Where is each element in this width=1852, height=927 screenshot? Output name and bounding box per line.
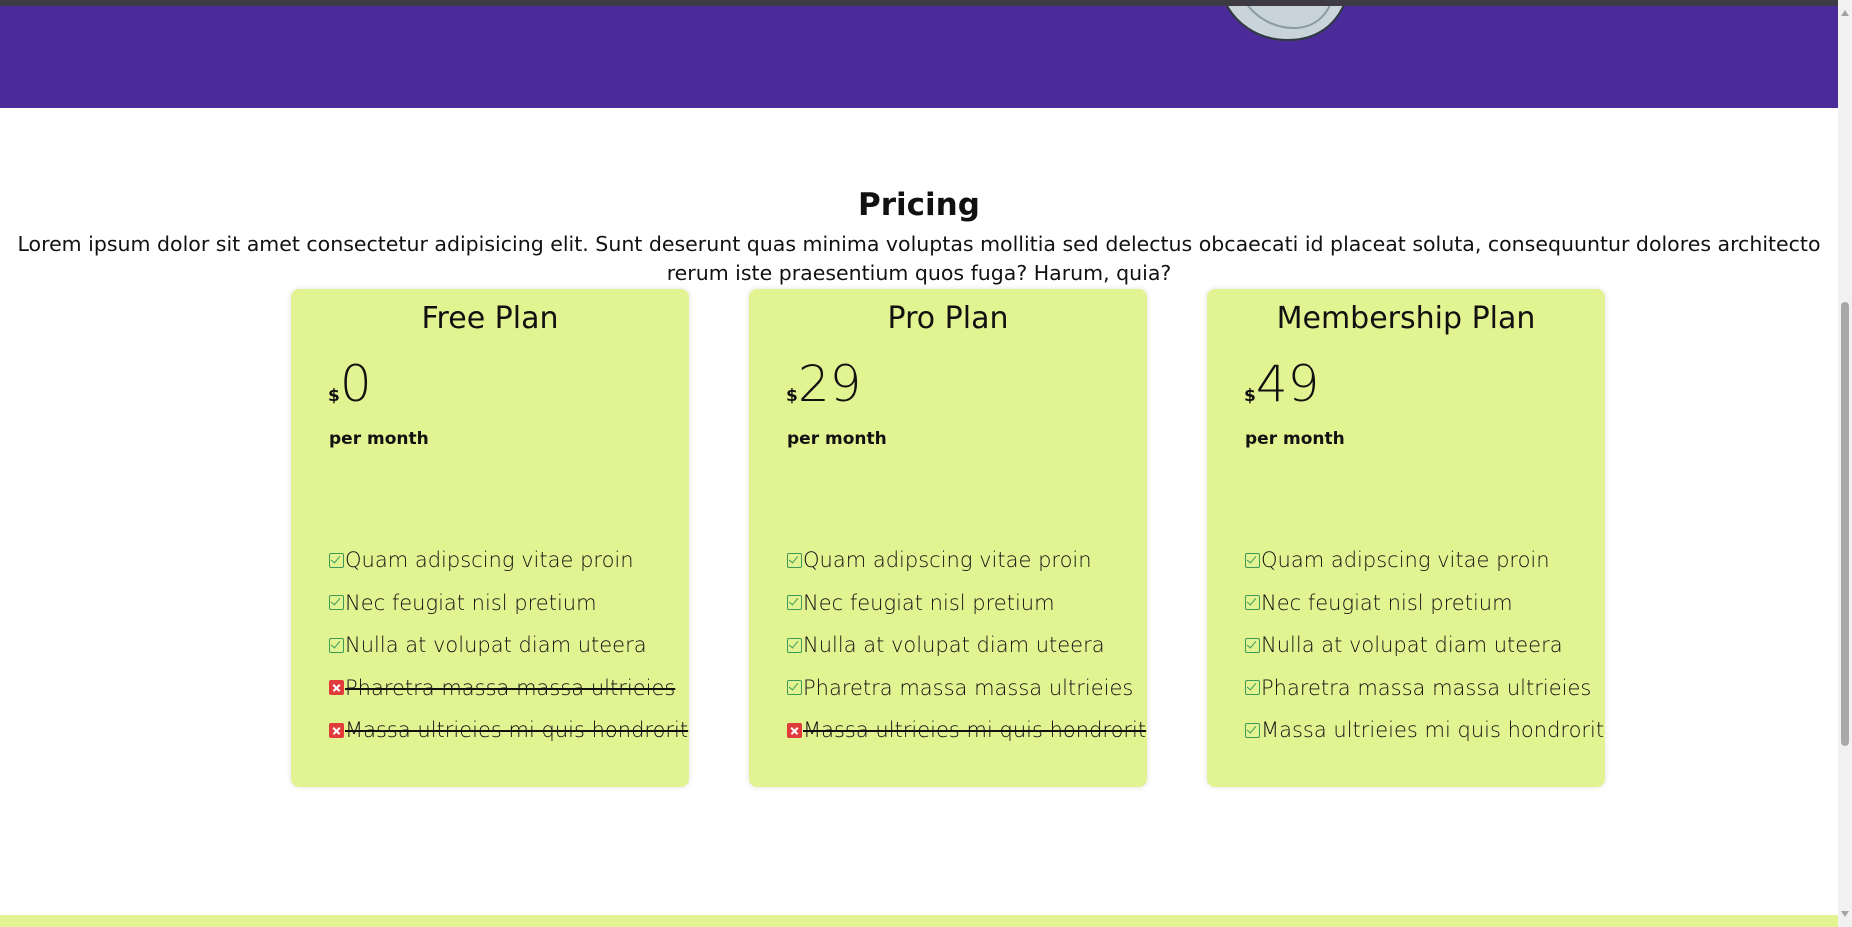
feature-label: Quam adipscing vitae proin bbox=[345, 548, 634, 573]
feature-label: Massa ultrieies mi quis hondrorit bbox=[803, 718, 1147, 743]
check-icon bbox=[1245, 680, 1260, 696]
feature-item: Pharetra massa massa ultrieies bbox=[1245, 667, 1604, 710]
price-amount: 49 bbox=[1255, 355, 1320, 413]
cross-icon bbox=[329, 722, 344, 738]
page: Pricing Lorem ipsum dolor sit amet conse… bbox=[0, 0, 1852, 927]
check-icon bbox=[787, 637, 802, 653]
check-icon bbox=[787, 680, 802, 696]
scrollbar-thumb[interactable] bbox=[1841, 302, 1849, 746]
feature-item: Massa ultrieies mi quis hondrorit bbox=[329, 709, 688, 752]
feature-label: Nulla at volupat diam uteera bbox=[1261, 633, 1563, 658]
billing-period: per month bbox=[787, 429, 887, 449]
feature-label: Massa ultrieies mi quis hondrorit bbox=[1261, 718, 1605, 743]
feature-item: Nulla at volupat diam uteera bbox=[329, 624, 688, 667]
feature-item: Pharetra massa massa ultrieies bbox=[329, 667, 688, 710]
feature-item: Nec feugiat nisl pretium bbox=[787, 582, 1146, 625]
check-icon bbox=[1245, 637, 1260, 653]
check-icon bbox=[1245, 595, 1260, 611]
feature-label: Nulla at volupat diam uteera bbox=[803, 633, 1105, 658]
feature-item: Quam adipscing vitae proin bbox=[1245, 539, 1604, 582]
check-icon bbox=[1245, 722, 1260, 738]
plan-card-free: Free Plan $0 per month Quam adipscing vi… bbox=[291, 289, 689, 787]
feature-item: Nec feugiat nisl pretium bbox=[1245, 582, 1604, 625]
feature-label: Quam adipscing vitae proin bbox=[1261, 548, 1550, 573]
hero-band bbox=[0, 6, 1838, 108]
plan-name: Membership Plan bbox=[1276, 301, 1536, 336]
check-icon bbox=[1245, 552, 1260, 568]
feature-label: Nec feugiat nisl pretium bbox=[803, 590, 1055, 615]
currency-symbol: $ bbox=[1244, 386, 1256, 406]
feature-label: Pharetra massa massa ultrieies bbox=[345, 675, 676, 700]
price-amount: 0 bbox=[339, 355, 372, 413]
plan-name: Pro Plan bbox=[887, 301, 1009, 336]
check-icon bbox=[329, 552, 344, 568]
footer-band bbox=[0, 915, 1838, 927]
plan-name: Free Plan bbox=[421, 301, 559, 336]
feature-list: Quam adipscing vitae proin Nec feugiat n… bbox=[1245, 539, 1604, 752]
feature-item: Nec feugiat nisl pretium bbox=[329, 582, 688, 625]
price-amount: 29 bbox=[797, 355, 862, 413]
plan-price: $29 bbox=[786, 359, 861, 409]
scroll-down-icon[interactable] bbox=[1841, 911, 1849, 917]
feature-label: Quam adipscing vitae proin bbox=[803, 548, 1092, 573]
feature-item: Nulla at volupat diam uteera bbox=[1245, 624, 1604, 667]
feature-item: Pharetra massa massa ultrieies bbox=[787, 667, 1146, 710]
check-icon bbox=[787, 552, 802, 568]
pricing-description: Lorem ipsum dolor sit amet consectetur a… bbox=[17, 232, 1821, 285]
feature-label: Nec feugiat nisl pretium bbox=[345, 590, 597, 615]
feature-item: Nulla at volupat diam uteera bbox=[787, 624, 1146, 667]
cross-icon bbox=[787, 722, 802, 738]
vertical-scrollbar[interactable] bbox=[1838, 0, 1852, 927]
feature-label: Pharetra massa massa ultrieies bbox=[1261, 675, 1592, 700]
feature-label: Nec feugiat nisl pretium bbox=[1261, 590, 1513, 615]
currency-symbol: $ bbox=[786, 386, 798, 406]
pricing-title: Pricing bbox=[858, 187, 980, 223]
plan-price: $49 bbox=[1244, 359, 1319, 409]
feature-item: Massa ultrieies mi quis hondrorit bbox=[1245, 709, 1604, 752]
feature-item: Quam adipscing vitae proin bbox=[329, 539, 688, 582]
cross-icon bbox=[329, 680, 344, 696]
feature-item: Quam adipscing vitae proin bbox=[787, 539, 1146, 582]
billing-period: per month bbox=[1245, 429, 1345, 449]
feature-label: Nulla at volupat diam uteera bbox=[345, 633, 647, 658]
check-icon bbox=[329, 595, 344, 611]
feature-list: Quam adipscing vitae proin Nec feugiat n… bbox=[329, 539, 688, 752]
currency-symbol: $ bbox=[328, 386, 340, 406]
scroll-up-icon[interactable] bbox=[1841, 10, 1849, 16]
plan-card-pro: Pro Plan $29 per month Quam adipscing vi… bbox=[749, 289, 1147, 787]
check-icon bbox=[329, 637, 344, 653]
billing-period: per month bbox=[329, 429, 429, 449]
feature-label: Massa ultrieies mi quis hondrorit bbox=[345, 718, 689, 743]
check-icon bbox=[787, 595, 802, 611]
plan-price: $0 bbox=[328, 359, 372, 409]
hero-illustration-icon bbox=[1225, 6, 1345, 42]
plan-card-membership: Membership Plan $49 per month Quam adips… bbox=[1207, 289, 1605, 787]
feature-list: Quam adipscing vitae proin Nec feugiat n… bbox=[787, 539, 1146, 752]
feature-label: Pharetra massa massa ultrieies bbox=[803, 675, 1134, 700]
feature-item: Massa ultrieies mi quis hondrorit bbox=[787, 709, 1146, 752]
